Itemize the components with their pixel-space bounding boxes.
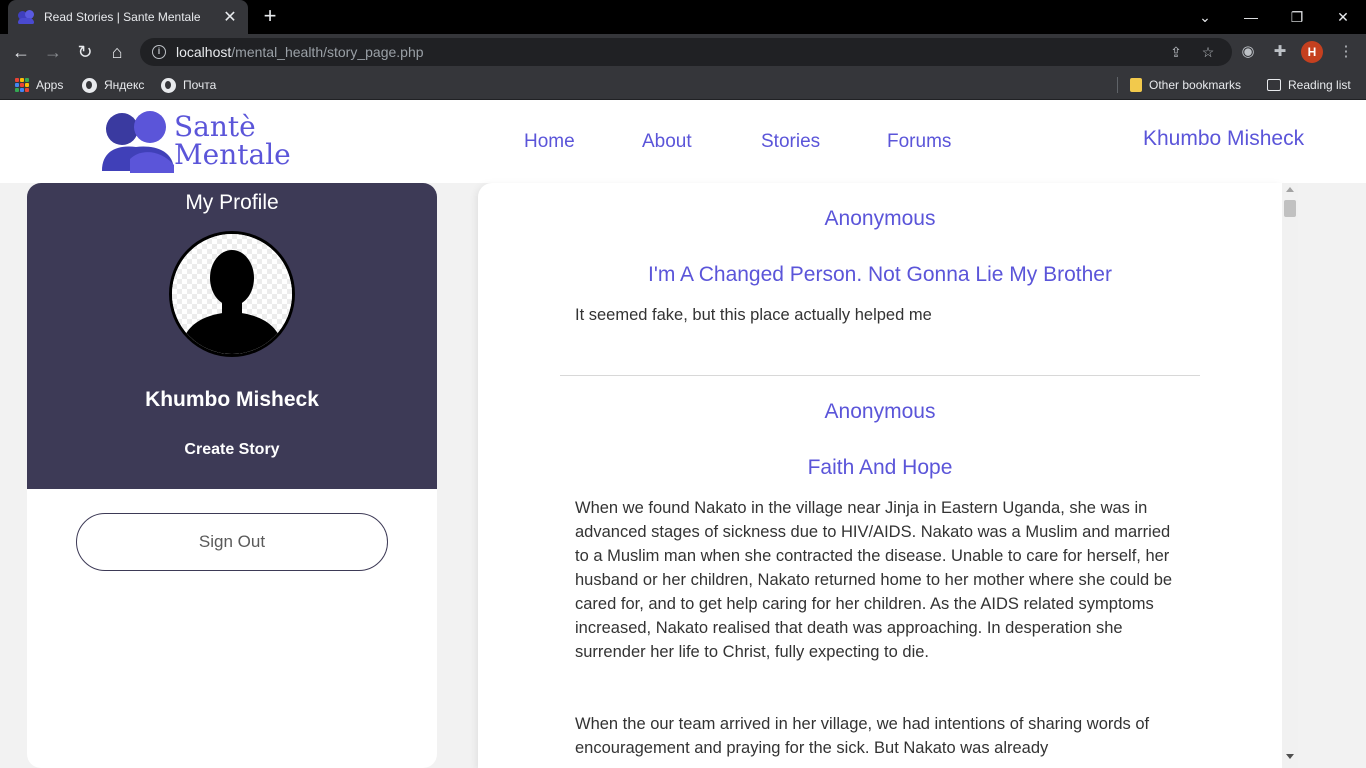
story-body: When we found Nakato in the village near… xyxy=(575,499,1173,661)
reading-list-icon xyxy=(1267,79,1281,91)
scroll-down-arrow-icon[interactable] xyxy=(1286,754,1294,759)
reading-list[interactable]: Reading list xyxy=(1267,70,1351,100)
bookmark-yandex[interactable]: Яндекс xyxy=(82,70,144,100)
site-info-icon[interactable]: i xyxy=(152,45,166,59)
nav-home[interactable]: Home xyxy=(524,131,575,153)
story-title: Faith And Hope xyxy=(807,456,953,479)
stories-scrollbar[interactable] xyxy=(1282,183,1298,768)
bookmark-apps[interactable]: Apps xyxy=(15,70,63,100)
share-icon[interactable]: ⇪ xyxy=(1164,38,1188,66)
forward-arrow-icon[interactable]: → xyxy=(40,39,66,65)
home-icon[interactable]: ⌂ xyxy=(104,39,130,65)
bookmark-star-icon[interactable]: ☆ xyxy=(1196,38,1220,66)
profile-avatar[interactable]: H xyxy=(1301,41,1323,63)
site-logo[interactable]: Santè Mentale xyxy=(100,109,300,177)
profile-header-panel: My Profile Khumbo Misheck Create Story xyxy=(27,183,437,489)
story-author: Anonymous xyxy=(824,207,936,230)
apps-grid-icon xyxy=(15,78,29,92)
url-path: /mental_health/story_page.php xyxy=(231,44,424,60)
url-host: localhost xyxy=(176,44,232,60)
minimize-button[interactable]: — xyxy=(1228,0,1274,34)
story-body-paragraph-2: When the our team arrived in her village… xyxy=(575,715,1150,757)
bookmark-pochta[interactable]: Почта xyxy=(161,70,216,100)
other-bookmarks-label: Other bookmarks xyxy=(1149,78,1242,92)
other-bookmarks[interactable]: Other bookmarks xyxy=(1130,70,1241,100)
browser-tab[interactable]: Read Stories | Sante Mentale ✕ xyxy=(8,0,248,34)
story-divider xyxy=(560,375,1200,376)
menu-kebab-icon[interactable]: ⋮ xyxy=(1334,40,1358,64)
nav-stories[interactable]: Stories xyxy=(761,131,820,153)
tab-title: Read Stories | Sante Mentale xyxy=(44,10,201,24)
scroll-up-arrow-icon[interactable] xyxy=(1286,187,1294,192)
browser-tab-bar: Read Stories | Sante Mentale ✕ + ⌄ — ❐ ✕ xyxy=(0,0,1366,34)
address-bar[interactable]: i localhost/mental_health/story_page.php… xyxy=(140,38,1232,66)
profile-heading: My Profile xyxy=(185,191,279,214)
profile-card: My Profile Khumbo Misheck Create Story S… xyxy=(27,183,437,768)
user-avatar xyxy=(169,231,295,357)
camera-icon[interactable]: ◉ xyxy=(1236,40,1260,64)
folder-icon xyxy=(1130,78,1142,92)
create-story-link[interactable]: Create Story xyxy=(27,441,437,459)
nav-forums[interactable]: Forums xyxy=(887,131,951,153)
bookmark-label: Почта xyxy=(183,78,217,92)
header-user-name[interactable]: Khumbo Misheck xyxy=(1143,127,1304,151)
sign-out-button[interactable]: Sign Out xyxy=(76,513,388,571)
reading-list-label: Reading list xyxy=(1288,78,1351,92)
site-header: Santè Mentale Home About Stories Forums … xyxy=(0,103,1366,183)
logo-people-icon xyxy=(102,111,174,173)
story-author: Anonymous xyxy=(824,400,936,423)
bookmarks-bar: Apps Яндекс Почта Other bookmarks Readin… xyxy=(0,70,1366,100)
logo-text: Santè Mentale xyxy=(174,113,291,169)
nav-about[interactable]: About xyxy=(642,131,692,153)
tab-close-icon[interactable]: ✕ xyxy=(222,7,238,27)
bookmarks-separator xyxy=(1117,77,1118,93)
back-arrow-icon[interactable]: ← xyxy=(8,39,34,65)
bookmark-label: Яндекс xyxy=(104,78,145,92)
profile-name: Khumbo Misheck xyxy=(145,388,319,411)
restore-button[interactable]: ❐ xyxy=(1274,0,1320,34)
page-viewport: Santè Mentale Home About Stories Forums … xyxy=(0,103,1366,768)
logo-line-2: Mentale xyxy=(174,138,291,171)
scrollbar-thumb[interactable] xyxy=(1284,200,1296,217)
reload-icon[interactable]: ↻ xyxy=(72,39,98,65)
globe-icon xyxy=(82,77,97,93)
story-body: It seemed fake, but this place actually … xyxy=(575,306,932,324)
browser-toolbar: ← → ↻ ⌂ i localhost/mental_health/story_… xyxy=(0,34,1366,70)
site-favicon-icon xyxy=(18,10,36,24)
close-window-button[interactable]: ✕ xyxy=(1320,0,1366,34)
person-silhouette-icon xyxy=(172,234,292,354)
globe-icon xyxy=(161,77,176,93)
stories-feed[interactable]: Anonymous I'm A Changed Person. Not Gonn… xyxy=(478,183,1282,768)
story-title: I'm A Changed Person. Not Gonna Lie My B… xyxy=(648,263,1112,286)
bookmark-label: Apps xyxy=(36,78,64,92)
new-tab-button[interactable]: + xyxy=(258,4,282,28)
tab-search-icon[interactable]: ⌄ xyxy=(1182,0,1228,34)
extensions-puzzle-icon[interactable]: ✚ xyxy=(1268,40,1292,64)
